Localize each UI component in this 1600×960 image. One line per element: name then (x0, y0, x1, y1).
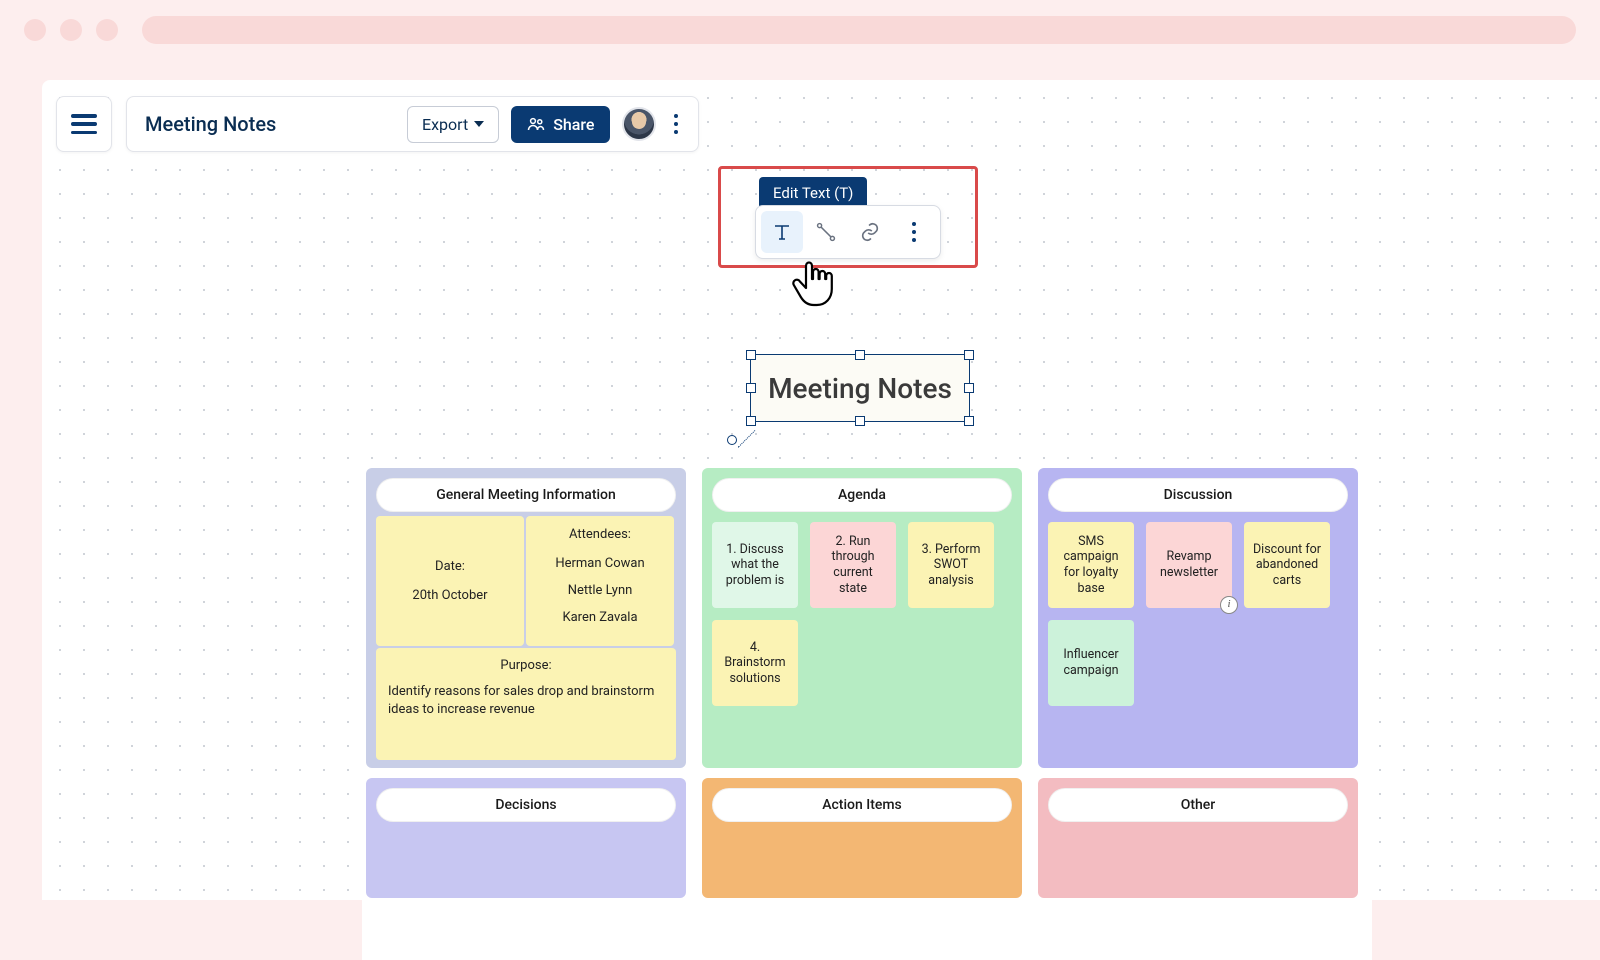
title-bar: Meeting Notes Export Share (126, 96, 699, 152)
resize-handle[interactable] (964, 383, 974, 393)
resize-handle[interactable] (746, 416, 756, 426)
section-decisions[interactable]: Decisions (366, 778, 686, 898)
topbar: Meeting Notes Export Share (56, 96, 699, 152)
browser-dot (24, 19, 46, 41)
section-action-items[interactable]: Action Items (702, 778, 1022, 898)
date-value: 20th October (412, 588, 487, 603)
export-button[interactable]: Export (407, 106, 499, 143)
menu-button[interactable] (56, 96, 112, 152)
sticky-discussion-item[interactable]: Revamp newsletter i (1146, 522, 1232, 608)
resize-handle[interactable] (855, 350, 865, 360)
selected-text-node[interactable]: Meeting Notes (750, 354, 970, 422)
attendee-name: Herman Cowan (555, 556, 644, 571)
section-meeting-info[interactable]: General Meeting Information Date: 20th O… (366, 468, 686, 768)
browser-chrome (0, 0, 1600, 60)
more-menu-button[interactable] (668, 108, 684, 140)
sticky-agenda-item[interactable]: 2. Run through current state (810, 522, 896, 608)
section-agenda[interactable]: Agenda 1. Discuss what the problem is 2.… (702, 468, 1022, 768)
node-text: Meeting Notes (768, 372, 952, 405)
toolbar-more-button[interactable] (893, 211, 935, 253)
resize-handle[interactable] (964, 416, 974, 426)
tutorial-highlight: Edit Text (T) (718, 166, 978, 268)
connector-handle[interactable] (727, 435, 737, 445)
sticky-agenda-item[interactable]: 1. Discuss what the problem is (712, 522, 798, 608)
cursor-hand-icon (788, 258, 838, 318)
dots-vertical-icon (906, 216, 922, 248)
section-header: Decisions (376, 788, 676, 822)
attendee-name: Karen Zavala (562, 610, 637, 625)
section-header: General Meeting Information (376, 478, 676, 512)
browser-dot (60, 19, 82, 41)
sticky-agenda-item[interactable]: 4. Brainstorm solutions (712, 620, 798, 706)
section-header: Discussion (1048, 478, 1348, 512)
sticky-date[interactable]: Date: 20th October (376, 516, 524, 646)
connector-button[interactable] (805, 211, 847, 253)
connector-preview-line (738, 430, 756, 448)
connector-icon (815, 221, 837, 243)
share-label: Share (553, 115, 594, 134)
caret-down-icon (474, 121, 484, 127)
edit-text-button[interactable] (761, 211, 803, 253)
sticky-attendees[interactable]: Attendees: Herman Cowan Nettle Lynn Kare… (526, 516, 674, 646)
section-header: Action Items (712, 788, 1012, 822)
hamburger-icon (71, 114, 97, 134)
link-button[interactable] (849, 211, 891, 253)
sticky-discussion-item[interactable]: Influencer campaign (1048, 620, 1134, 706)
attendees-label: Attendees: (569, 527, 631, 542)
export-label: Export (422, 115, 468, 134)
section-header: Agenda (712, 478, 1012, 512)
resize-handle[interactable] (855, 416, 865, 426)
tooltip-text: Edit Text (T) (773, 184, 853, 202)
browser-dot (96, 19, 118, 41)
sticky-purpose[interactable]: Purpose: Identify reasons for sales drop… (376, 648, 676, 760)
section-discussion[interactable]: Discussion SMS campaign for loyalty base… (1038, 468, 1358, 768)
avatar[interactable] (622, 107, 656, 141)
section-header: Other (1048, 788, 1348, 822)
purpose-label: Purpose: (388, 658, 664, 673)
text-icon (770, 220, 794, 244)
section-other[interactable]: Other (1038, 778, 1358, 898)
resize-handle[interactable] (746, 383, 756, 393)
sticky-text: Revamp newsletter (1154, 549, 1224, 580)
link-icon (859, 221, 881, 243)
context-toolbar (755, 205, 941, 259)
browser-url-bar[interactable] (142, 16, 1576, 44)
sticky-agenda-item[interactable]: 3. Perform SWOT analysis (908, 522, 994, 608)
resize-handle[interactable] (746, 350, 756, 360)
attendee-name: Nettle Lynn (568, 583, 633, 598)
date-label: Date: (435, 559, 465, 574)
people-icon (527, 115, 545, 133)
document-title[interactable]: Meeting Notes (145, 112, 395, 136)
sticky-discussion-item[interactable]: SMS campaign for loyalty base (1048, 522, 1134, 608)
info-badge-icon[interactable]: i (1220, 596, 1238, 614)
purpose-text: Identify reasons for sales drop and brai… (388, 683, 664, 718)
share-button[interactable]: Share (511, 106, 610, 143)
sticky-discussion-item[interactable]: Discount for abandoned carts (1244, 522, 1330, 608)
resize-handle[interactable] (964, 350, 974, 360)
canvas[interactable]: Meeting Notes Export Share Edit Text (T) (42, 80, 1600, 900)
